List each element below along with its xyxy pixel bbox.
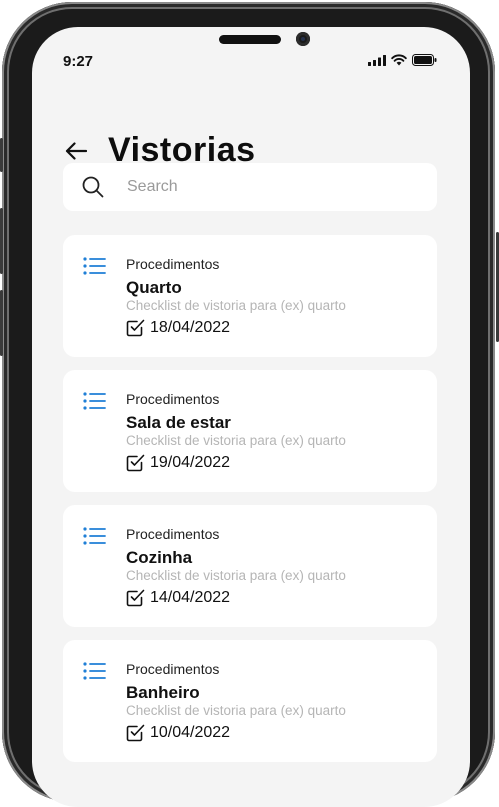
list-icon xyxy=(83,257,106,275)
front-camera xyxy=(296,32,310,46)
card-description: Checklist de vistoria para (ex) quarto xyxy=(126,703,346,718)
card-category: Procedimentos xyxy=(126,391,220,407)
search-input[interactable] xyxy=(125,177,409,197)
battery-icon xyxy=(412,54,437,66)
card-date: 18/04/2022 xyxy=(150,318,231,336)
status-time: 9:27 xyxy=(63,53,94,70)
card-title: Cozinha xyxy=(126,548,193,567)
card-date-row: 14/04/2022 xyxy=(126,588,230,607)
card-category: Procedimentos xyxy=(126,526,220,542)
card-category: Procedimentos xyxy=(126,661,220,677)
wifi-icon xyxy=(391,54,407,66)
list-icon xyxy=(83,527,106,545)
card-date-row: 18/04/2022 xyxy=(126,318,230,337)
card-title: Quarto xyxy=(126,278,182,297)
checkbox-checked-icon xyxy=(126,454,145,472)
card-category: Procedimentos xyxy=(126,256,220,272)
arrow-left-icon xyxy=(65,141,87,160)
card-description: Checklist de vistoria para (ex) quarto xyxy=(126,298,346,313)
speaker-notch xyxy=(219,35,281,44)
app-screen: 9:27 Vistorias Search Procedimentos Quar… xyxy=(32,27,470,807)
card-date: 19/04/2022 xyxy=(150,453,231,471)
card-title: Sala de estar xyxy=(126,413,231,432)
card-date: 10/04/2022 xyxy=(150,723,231,741)
card-description: Checklist de vistoria para (ex) quarto xyxy=(126,433,346,448)
status-icons xyxy=(368,54,437,66)
checkbox-checked-icon xyxy=(126,319,145,337)
search-bar[interactable] xyxy=(63,163,437,211)
phone-side-button-left-3 xyxy=(0,290,3,356)
search-icon xyxy=(81,175,105,199)
inspection-card[interactable]: Procedimentos Banheiro Checklist de vistor… xyxy=(63,640,437,762)
card-date-row: 10/04/2022 xyxy=(126,723,230,742)
phone-side-button-left-1 xyxy=(0,138,3,172)
card-date: 14/04/2022 xyxy=(150,588,231,606)
card-description: Checklist de vistoria para (ex) quarto xyxy=(126,568,346,583)
inspection-card[interactable]: Procedimentos Quarto Checklist de vistoria… xyxy=(63,235,437,357)
checkbox-checked-icon xyxy=(126,724,145,742)
list-icon xyxy=(83,662,106,680)
checkbox-checked-icon xyxy=(126,589,145,607)
inspection-card[interactable]: Procedimentos Sala de estar Checklist de v… xyxy=(63,370,437,492)
inspection-card[interactable]: Procedimentos Cozinha Checklist de vistori… xyxy=(63,505,437,627)
signal-icon xyxy=(368,55,386,66)
back-button[interactable] xyxy=(64,139,88,163)
phone-side-button-left-2 xyxy=(0,208,3,274)
list-icon xyxy=(83,392,106,410)
card-date-row: 19/04/2022 xyxy=(126,453,230,472)
card-title: Banheiro xyxy=(126,683,200,702)
